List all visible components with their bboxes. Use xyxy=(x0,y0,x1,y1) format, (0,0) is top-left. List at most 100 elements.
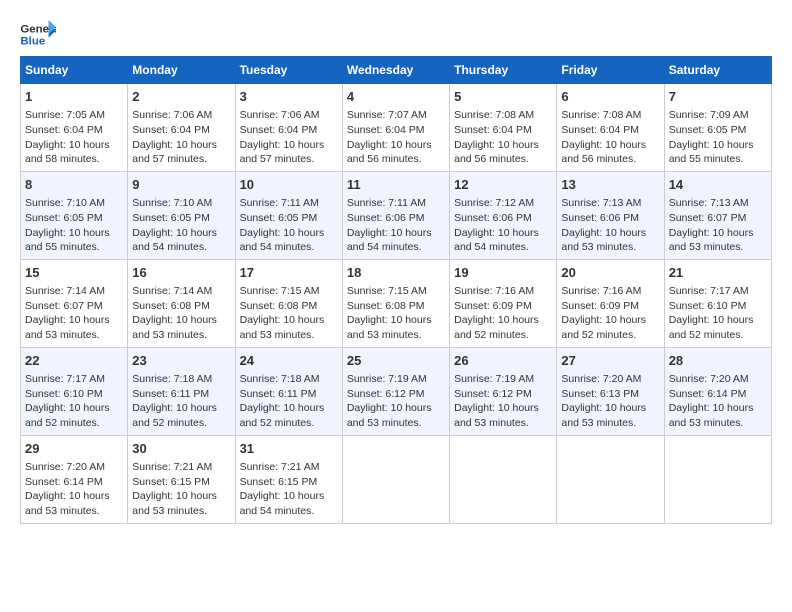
day-info-line: and 53 minutes. xyxy=(132,504,230,519)
weekday-header-wednesday: Wednesday xyxy=(342,57,449,84)
day-info-line: Daylight: 10 hours xyxy=(240,226,338,241)
calendar-week-row: 29Sunrise: 7:20 AMSunset: 6:14 PMDayligh… xyxy=(21,435,772,523)
day-info-line: Sunset: 6:08 PM xyxy=(240,299,338,314)
day-info-line: and 57 minutes. xyxy=(240,152,338,167)
day-info-line: Sunrise: 7:10 AM xyxy=(25,196,123,211)
day-info-line: Sunset: 6:04 PM xyxy=(132,123,230,138)
day-number: 29 xyxy=(25,440,123,458)
calendar-cell: 9Sunrise: 7:10 AMSunset: 6:05 PMDaylight… xyxy=(128,171,235,259)
day-info-line: Sunrise: 7:11 AM xyxy=(347,196,445,211)
svg-text:Blue: Blue xyxy=(20,36,45,48)
day-info-line: and 52 minutes. xyxy=(454,328,552,343)
day-info-line: Daylight: 10 hours xyxy=(669,226,767,241)
day-info-line: Sunrise: 7:13 AM xyxy=(561,196,659,211)
day-info-line: and 53 minutes. xyxy=(669,416,767,431)
day-info-line: Daylight: 10 hours xyxy=(25,138,123,153)
day-info-line: Sunset: 6:15 PM xyxy=(240,475,338,490)
day-number: 31 xyxy=(240,440,338,458)
calendar-cell: 18Sunrise: 7:15 AMSunset: 6:08 PMDayligh… xyxy=(342,259,449,347)
day-info-line: Sunset: 6:09 PM xyxy=(454,299,552,314)
calendar-cell xyxy=(450,435,557,523)
calendar-week-row: 1Sunrise: 7:05 AMSunset: 6:04 PMDaylight… xyxy=(21,84,772,172)
day-info-line: and 54 minutes. xyxy=(240,504,338,519)
day-info-line: Sunset: 6:11 PM xyxy=(132,387,230,402)
day-info-line: Sunset: 6:12 PM xyxy=(347,387,445,402)
day-number: 20 xyxy=(561,264,659,282)
day-info-line: Daylight: 10 hours xyxy=(561,313,659,328)
day-info-line: and 54 minutes. xyxy=(132,240,230,255)
day-info-line: Sunset: 6:09 PM xyxy=(561,299,659,314)
day-info-line: Sunset: 6:14 PM xyxy=(669,387,767,402)
day-info-line: Sunrise: 7:16 AM xyxy=(561,284,659,299)
day-number: 14 xyxy=(669,176,767,194)
day-info-line: Sunrise: 7:20 AM xyxy=(669,372,767,387)
day-info-line: Daylight: 10 hours xyxy=(240,401,338,416)
day-info-line: Sunset: 6:06 PM xyxy=(347,211,445,226)
day-number: 1 xyxy=(25,88,123,106)
day-info-line: Sunrise: 7:06 AM xyxy=(132,108,230,123)
calendar-cell: 22Sunrise: 7:17 AMSunset: 6:10 PMDayligh… xyxy=(21,347,128,435)
day-info-line: and 53 minutes. xyxy=(454,416,552,431)
day-number: 8 xyxy=(25,176,123,194)
day-number: 7 xyxy=(669,88,767,106)
calendar-cell: 4Sunrise: 7:07 AMSunset: 6:04 PMDaylight… xyxy=(342,84,449,172)
day-info-line: Sunrise: 7:21 AM xyxy=(132,460,230,475)
day-info-line: Sunrise: 7:09 AM xyxy=(669,108,767,123)
calendar-cell: 29Sunrise: 7:20 AMSunset: 6:14 PMDayligh… xyxy=(21,435,128,523)
day-info-line: Daylight: 10 hours xyxy=(132,226,230,241)
calendar-cell: 7Sunrise: 7:09 AMSunset: 6:05 PMDaylight… xyxy=(664,84,771,172)
weekday-header-friday: Friday xyxy=(557,57,664,84)
day-number: 17 xyxy=(240,264,338,282)
day-info-line: and 52 minutes. xyxy=(132,416,230,431)
day-info-line: Daylight: 10 hours xyxy=(25,313,123,328)
day-number: 3 xyxy=(240,88,338,106)
day-info-line: Sunrise: 7:21 AM xyxy=(240,460,338,475)
day-number: 22 xyxy=(25,352,123,370)
day-info-line: Sunrise: 7:08 AM xyxy=(454,108,552,123)
day-info-line: Daylight: 10 hours xyxy=(454,401,552,416)
day-info-line: and 54 minutes. xyxy=(347,240,445,255)
day-info-line: Sunrise: 7:10 AM xyxy=(132,196,230,211)
day-info-line: Daylight: 10 hours xyxy=(454,313,552,328)
calendar-cell: 10Sunrise: 7:11 AMSunset: 6:05 PMDayligh… xyxy=(235,171,342,259)
calendar-cell: 28Sunrise: 7:20 AMSunset: 6:14 PMDayligh… xyxy=(664,347,771,435)
day-info-line: Daylight: 10 hours xyxy=(347,226,445,241)
day-info-line: Sunset: 6:04 PM xyxy=(347,123,445,138)
day-info-line: Daylight: 10 hours xyxy=(347,138,445,153)
calendar-cell: 3Sunrise: 7:06 AMSunset: 6:04 PMDaylight… xyxy=(235,84,342,172)
day-number: 2 xyxy=(132,88,230,106)
day-info-line: Sunrise: 7:19 AM xyxy=(454,372,552,387)
day-info-line: Sunset: 6:04 PM xyxy=(240,123,338,138)
day-info-line: Daylight: 10 hours xyxy=(454,226,552,241)
day-info-line: Sunrise: 7:20 AM xyxy=(561,372,659,387)
day-info-line: Daylight: 10 hours xyxy=(561,401,659,416)
day-info-line: and 58 minutes. xyxy=(25,152,123,167)
day-info-line: Sunset: 6:12 PM xyxy=(454,387,552,402)
day-info-line: Sunrise: 7:08 AM xyxy=(561,108,659,123)
calendar-week-row: 22Sunrise: 7:17 AMSunset: 6:10 PMDayligh… xyxy=(21,347,772,435)
day-info-line: Daylight: 10 hours xyxy=(25,489,123,504)
weekday-header-tuesday: Tuesday xyxy=(235,57,342,84)
calendar-cell: 13Sunrise: 7:13 AMSunset: 6:06 PMDayligh… xyxy=(557,171,664,259)
day-info-line: Daylight: 10 hours xyxy=(561,138,659,153)
day-info-line: Daylight: 10 hours xyxy=(669,313,767,328)
day-number: 11 xyxy=(347,176,445,194)
day-number: 18 xyxy=(347,264,445,282)
day-info-line: Daylight: 10 hours xyxy=(347,401,445,416)
day-info-line: Sunrise: 7:07 AM xyxy=(347,108,445,123)
calendar-cell xyxy=(342,435,449,523)
day-info-line: Sunrise: 7:20 AM xyxy=(25,460,123,475)
page-header: General Blue xyxy=(20,20,772,50)
day-info-line: Sunset: 6:06 PM xyxy=(454,211,552,226)
day-info-line: Sunrise: 7:14 AM xyxy=(132,284,230,299)
day-info-line: Sunrise: 7:13 AM xyxy=(669,196,767,211)
day-info-line: Sunset: 6:05 PM xyxy=(669,123,767,138)
day-info-line: and 53 minutes. xyxy=(561,240,659,255)
day-info-line: and 53 minutes. xyxy=(347,416,445,431)
calendar-cell: 24Sunrise: 7:18 AMSunset: 6:11 PMDayligh… xyxy=(235,347,342,435)
day-info-line: Sunset: 6:07 PM xyxy=(25,299,123,314)
day-info-line: Sunset: 6:15 PM xyxy=(132,475,230,490)
day-number: 19 xyxy=(454,264,552,282)
day-info-line: and 52 minutes. xyxy=(25,416,123,431)
calendar-cell xyxy=(664,435,771,523)
